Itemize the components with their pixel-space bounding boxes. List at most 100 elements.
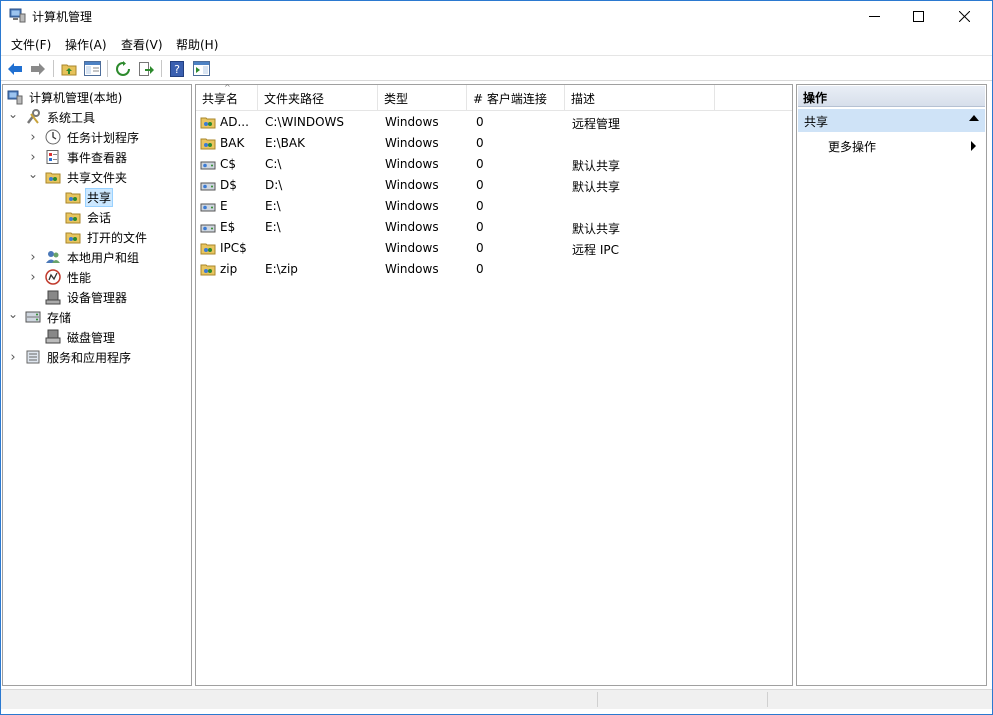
help-button[interactable]: ? bbox=[167, 59, 187, 78]
actions-section-label: 共享 bbox=[804, 115, 829, 129]
tree-item[interactable]: 会话 bbox=[47, 207, 113, 227]
folder-path-cell: E:\ bbox=[265, 220, 281, 234]
tree-item[interactable]: › 事件查看器 bbox=[27, 147, 129, 167]
menu-action[interactable]: 操作(A) bbox=[65, 36, 107, 53]
minimize-button[interactable] bbox=[851, 1, 897, 31]
tree-item[interactable]: › 性能 bbox=[27, 267, 93, 287]
expand-chevron-right-icon[interactable]: › bbox=[27, 270, 39, 285]
tree-item[interactable]: 计算机管理(本地) bbox=[7, 87, 124, 107]
client-connections-cell: 0 bbox=[476, 220, 484, 234]
show-hide-action-pane-icon bbox=[192, 61, 210, 76]
column-label: 共享名 bbox=[202, 91, 239, 106]
expand-chevron-down-icon[interactable]: ⌄ bbox=[7, 307, 19, 321]
tree-item[interactable]: › 服务和应用程序 bbox=[7, 347, 133, 367]
actions-pane: 操作 共享 更多操作 bbox=[796, 84, 987, 686]
shared-folder-icon bbox=[45, 169, 61, 185]
tree-item-label: 共享文件夹 bbox=[67, 170, 128, 185]
share-folder-icon bbox=[200, 262, 216, 277]
tree-item[interactable]: ⌄ 共享文件夹 bbox=[27, 167, 129, 187]
share-name-cell: AD... bbox=[220, 115, 249, 129]
forward-button[interactable] bbox=[28, 59, 48, 78]
console-tree-pane[interactable]: 计算机管理(本地) ⌄ 系统工具 › 任务计划程序 › 事件查看器 ⌄ 共享文件夹 共享 会话 打开的… bbox=[2, 84, 192, 686]
tree-item-label: 系统工具 bbox=[47, 110, 96, 125]
folder-path-cell: E:\BAK bbox=[265, 136, 305, 150]
expand-chevron-down-icon[interactable]: ⌄ bbox=[27, 167, 39, 181]
table-row[interactable]: C$ C:\ Windows 0 默认共享 bbox=[196, 154, 792, 175]
tree-item-label: 共享 bbox=[85, 187, 114, 207]
collapse-triangle-icon[interactable] bbox=[969, 115, 979, 121]
column-header-client-connections[interactable]: # 客户端连接 bbox=[467, 85, 565, 111]
menu-help[interactable]: 帮助(H) bbox=[176, 36, 218, 53]
close-icon bbox=[958, 10, 970, 22]
menu-file[interactable]: 文件(F) bbox=[11, 36, 51, 53]
share-list-pane[interactable]: ^ 共享名 文件夹路径 类型 # 客户端连接 描述 AD... C:\WINDOW… bbox=[195, 83, 793, 686]
type-cell: Windows bbox=[385, 241, 439, 255]
table-row[interactable]: IPC$ Windows 0 远程 IPC bbox=[196, 238, 792, 259]
type-cell: Windows bbox=[385, 115, 439, 129]
tree-item[interactable]: 设备管理器 bbox=[27, 287, 129, 307]
tree-item[interactable]: 磁盘管理 bbox=[27, 327, 117, 347]
column-header-type[interactable]: 类型 bbox=[378, 85, 467, 111]
type-cell: Windows bbox=[385, 220, 439, 234]
tools-icon bbox=[25, 109, 41, 125]
close-button[interactable] bbox=[941, 1, 987, 31]
table-row[interactable]: E$ E:\ Windows 0 默认共享 bbox=[196, 217, 792, 238]
column-label: 文件夹路径 bbox=[264, 91, 325, 106]
show-console-tree-button[interactable] bbox=[82, 59, 102, 78]
refresh-button[interactable] bbox=[113, 59, 133, 78]
type-cell: Windows bbox=[385, 178, 439, 192]
column-label: # 客户端连接 bbox=[473, 91, 547, 106]
share-folder-icon bbox=[200, 241, 216, 256]
share-folder-icon bbox=[200, 115, 216, 130]
tree-item[interactable]: › 本地用户和组 bbox=[27, 247, 141, 267]
up-level-button[interactable] bbox=[59, 59, 79, 78]
back-button[interactable] bbox=[5, 59, 25, 78]
tree-item[interactable]: 共享 bbox=[47, 187, 114, 207]
tree-item[interactable]: › 任务计划程序 bbox=[27, 127, 141, 147]
list-header: ^ 共享名 文件夹路径 类型 # 客户端连接 描述 bbox=[196, 83, 792, 111]
table-row[interactable]: AD... C:\WINDOWS Windows 0 远程管理 bbox=[196, 112, 792, 133]
share-drive-icon bbox=[200, 220, 216, 235]
share-name-cell: zip bbox=[220, 262, 238, 276]
tree-item[interactable]: ⌄ 存储 bbox=[7, 307, 73, 327]
window-title: 计算机管理 bbox=[32, 10, 93, 24]
expand-chevron-down-icon[interactable]: ⌄ bbox=[7, 107, 19, 121]
export-list-button[interactable] bbox=[136, 59, 156, 78]
tree-item-label: 打开的文件 bbox=[87, 230, 148, 245]
description-cell: 远程管理 bbox=[572, 117, 621, 131]
title-bar[interactable]: 计算机管理 bbox=[1, 1, 992, 31]
expand-chevron-right-icon[interactable]: › bbox=[27, 130, 39, 145]
tree-item-label: 事件查看器 bbox=[67, 150, 128, 165]
type-cell: Windows bbox=[385, 262, 439, 276]
more-actions-item[interactable]: 更多操作 bbox=[828, 138, 876, 155]
actions-section-share[interactable]: 共享 bbox=[798, 109, 985, 132]
tree-item[interactable]: ⌄ 系统工具 bbox=[7, 107, 97, 127]
show-action-pane-button[interactable] bbox=[191, 59, 211, 78]
expand-chevron-right-icon[interactable]: › bbox=[27, 150, 39, 165]
client-connections-cell: 0 bbox=[476, 178, 484, 192]
table-row[interactable]: D$ D:\ Windows 0 默认共享 bbox=[196, 175, 792, 196]
tree-item-label: 磁盘管理 bbox=[67, 330, 116, 345]
menu-view[interactable]: 查看(V) bbox=[121, 36, 163, 53]
column-label: 类型 bbox=[384, 91, 409, 106]
tree-item-label: 计算机管理(本地) bbox=[29, 90, 123, 105]
maximize-button[interactable] bbox=[895, 1, 941, 31]
expand-chevron-right-icon[interactable]: › bbox=[7, 350, 19, 365]
table-row[interactable]: E E:\ Windows 0 bbox=[196, 196, 792, 217]
column-header-description[interactable]: 描述 bbox=[565, 85, 715, 111]
tree-item-label: 服务和应用程序 bbox=[47, 350, 132, 365]
tree-item-label: 会话 bbox=[87, 210, 112, 225]
tree-toggle-spacer bbox=[27, 291, 39, 303]
tree-item[interactable]: 打开的文件 bbox=[47, 227, 149, 247]
expand-chevron-right-icon[interactable]: › bbox=[27, 250, 39, 265]
column-header-share-name[interactable]: ^ 共享名 bbox=[196, 83, 258, 111]
maximize-icon bbox=[912, 10, 924, 22]
menu-bar: 文件(F) 操作(A) 查看(V) 帮助(H) bbox=[1, 31, 992, 55]
client-connections-cell: 0 bbox=[476, 136, 484, 150]
description-cell: 远程 IPC bbox=[572, 243, 619, 257]
table-row[interactable]: BAK E:\BAK Windows 0 bbox=[196, 133, 792, 154]
description-cell: 默认共享 bbox=[572, 222, 621, 236]
table-row[interactable]: zip E:\zip Windows 0 bbox=[196, 259, 792, 280]
type-cell: Windows bbox=[385, 136, 439, 150]
column-header-folder-path[interactable]: 文件夹路径 bbox=[258, 85, 378, 111]
